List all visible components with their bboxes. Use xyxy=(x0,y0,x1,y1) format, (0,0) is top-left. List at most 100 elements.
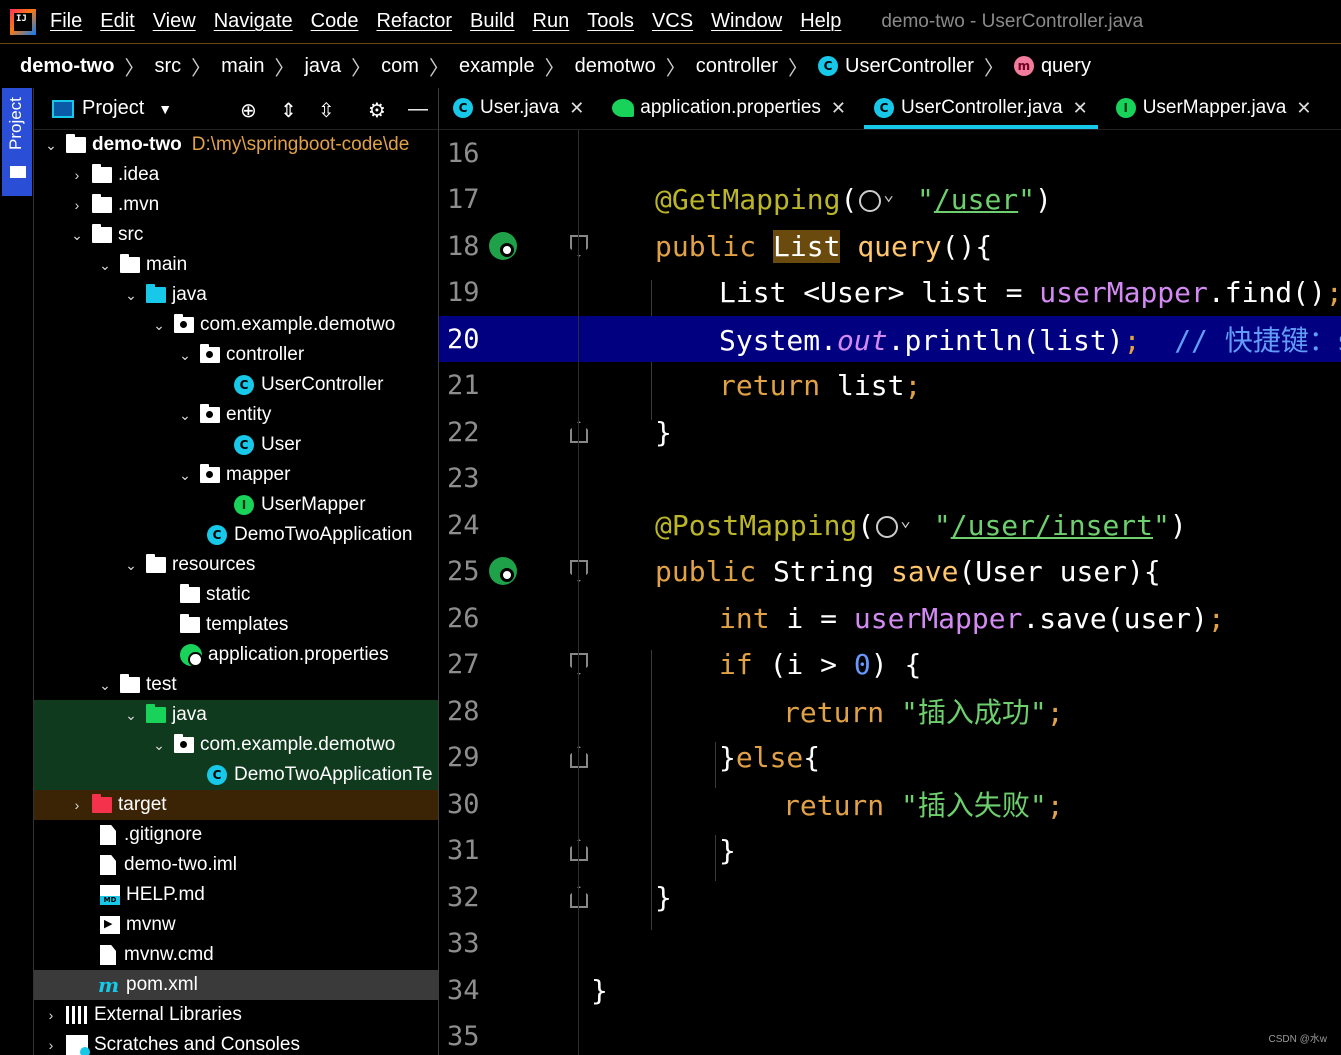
chevron-down-icon[interactable]: ⌄ xyxy=(176,407,194,424)
expand-all-icon[interactable]: ⇕ xyxy=(280,98,297,123)
tree-item-package[interactable]: ⌄ com.example.demotwo xyxy=(34,310,438,340)
tree-item-demotwoapplication[interactable]: C DemoTwoApplication xyxy=(34,520,438,550)
menu-window[interactable]: Window xyxy=(711,10,782,33)
tree-item-resources[interactable]: ⌄ resources xyxy=(34,550,438,580)
tree-item-application-properties[interactable]: application.properties xyxy=(34,640,438,670)
tree-label: java xyxy=(172,284,207,305)
chevron-down-icon[interactable]: ⌄ xyxy=(150,737,168,754)
tree-item-mapper[interactable]: ⌄ mapper xyxy=(34,460,438,490)
menu-code[interactable]: Code xyxy=(311,10,359,33)
globe-icon[interactable] xyxy=(876,510,911,538)
close-icon[interactable]: ✕ xyxy=(1073,98,1088,119)
crumb-controller[interactable]: controller xyxy=(696,55,778,78)
crumb-src[interactable]: src xyxy=(154,55,181,78)
tree-item-root[interactable]: ⌄ demo-two D:\my\springboot-code\de xyxy=(34,130,438,160)
gear-icon[interactable]: ⚙ xyxy=(368,98,386,123)
crumb-main[interactable]: main xyxy=(221,55,264,78)
tree-item-iml[interactable]: demo-two.iml xyxy=(34,850,438,880)
close-icon[interactable]: ✕ xyxy=(569,98,584,119)
crumb-demotwo[interactable]: demotwo xyxy=(575,55,656,78)
fold-icon[interactable] xyxy=(570,421,588,443)
intellij-logo-icon[interactable]: IJ xyxy=(10,8,36,35)
tree-item-main-java[interactable]: ⌄ java xyxy=(34,280,438,310)
tree-item-src[interactable]: ⌄ src xyxy=(34,220,438,250)
fold-icon[interactable] xyxy=(570,839,588,861)
tree-item-test-package[interactable]: ⌄ com.example.demotwo xyxy=(34,730,438,760)
tree-item-help-md[interactable]: HELP.md xyxy=(34,880,438,910)
tree-item-demotwoapplicationtests[interactable]: C DemoTwoApplicationTe xyxy=(34,760,438,790)
tree-item-gitignore[interactable]: .gitignore xyxy=(34,820,438,850)
crumb-usercontroller[interactable]: UserController xyxy=(845,55,974,78)
crumb-project[interactable]: demo-two xyxy=(20,55,114,78)
tree-item-templates[interactable]: templates xyxy=(34,610,438,640)
fold-icon[interactable] xyxy=(570,886,588,908)
project-tool-tab[interactable]: Project xyxy=(2,88,32,196)
tree-item-mvnw-cmd[interactable]: mvnw.cmd xyxy=(34,940,438,970)
chevron-down-icon[interactable]: ⌄ xyxy=(122,287,140,304)
chevron-down-icon[interactable]: ⌄ xyxy=(176,347,194,364)
menu-help[interactable]: Help xyxy=(800,10,841,33)
crumb-com[interactable]: com xyxy=(381,55,419,78)
tree-item-usermapper[interactable]: I UserMapper xyxy=(34,490,438,520)
crumb-java[interactable]: java xyxy=(304,55,341,78)
tree-item-target[interactable]: › target xyxy=(34,790,438,820)
menu-file[interactable]: File xyxy=(50,10,82,33)
collapse-all-icon[interactable]: ⇳ xyxy=(318,98,335,123)
tree-item-entity[interactable]: ⌄ entity xyxy=(34,400,438,430)
chevron-right-icon[interactable]: › xyxy=(42,1007,60,1023)
crumb-query[interactable]: query xyxy=(1041,55,1091,78)
chevron-right-icon[interactable]: › xyxy=(68,167,86,183)
chevron-down-icon[interactable]: ⌄ xyxy=(42,137,60,154)
close-icon[interactable]: ✕ xyxy=(831,98,846,119)
menu-build[interactable]: Build xyxy=(470,10,514,33)
tree-item-test[interactable]: ⌄ test xyxy=(34,670,438,700)
chevron-right-icon[interactable]: › xyxy=(42,1037,60,1053)
chevron-down-icon[interactable]: ⌄ xyxy=(176,467,194,484)
chevron-down-icon[interactable]: ⌄ xyxy=(150,317,168,334)
fold-icon[interactable] xyxy=(570,235,588,257)
close-icon[interactable]: ✕ xyxy=(1296,98,1311,119)
caret-down-icon[interactable]: ▼ xyxy=(158,101,172,117)
tree-item-usercontroller[interactable]: C UserController xyxy=(34,370,438,400)
fold-icon[interactable] xyxy=(570,653,588,675)
tree-item-external-libraries[interactable]: › External Libraries xyxy=(34,1000,438,1030)
chevron-down-icon[interactable]: ⌄ xyxy=(122,557,140,574)
menu-vcs[interactable]: VCS xyxy=(652,10,693,33)
spring-web-endpoint-icon[interactable] xyxy=(489,557,517,585)
locate-icon[interactable]: ⊕ xyxy=(240,98,257,123)
tree-item-test-java[interactable]: ⌄ java xyxy=(34,700,438,730)
menu-edit[interactable]: Edit xyxy=(100,10,134,33)
fold-icon[interactable] xyxy=(570,560,588,582)
chevron-down-icon[interactable]: ⌄ xyxy=(68,227,86,244)
minimize-icon[interactable]: — xyxy=(408,98,428,121)
chevron-down-icon[interactable]: ⌄ xyxy=(96,677,114,694)
globe-icon[interactable] xyxy=(859,184,894,212)
chevron-right-icon[interactable]: › xyxy=(68,797,86,813)
spring-web-endpoint-icon[interactable] xyxy=(489,232,517,260)
tree-item-mvnw[interactable]: mvnw xyxy=(34,910,438,940)
project-panel-title[interactable]: Project xyxy=(82,97,144,120)
menu-view[interactable]: View xyxy=(153,10,196,33)
tab-user-java[interactable]: C User.java ✕ xyxy=(439,88,598,129)
tree-item-pom-xml[interactable]: m pom.xml xyxy=(34,970,438,1000)
code-area[interactable]: 16 17 @GetMapping( "/user") 18 public Li… xyxy=(439,130,1341,1055)
tree-item-static[interactable]: static xyxy=(34,580,438,610)
fold-icon[interactable] xyxy=(570,746,588,768)
crumb-example[interactable]: example xyxy=(459,55,535,78)
tab-usermapper-java[interactable]: I UserMapper.java ✕ xyxy=(1102,88,1326,129)
menu-navigate[interactable]: Navigate xyxy=(214,10,293,33)
tab-usercontroller-java[interactable]: C UserController.java ✕ xyxy=(860,88,1102,129)
tree-item-scratches[interactable]: › Scratches and Consoles xyxy=(34,1030,438,1055)
chevron-down-icon[interactable]: ⌄ xyxy=(96,257,114,274)
tree-item-main[interactable]: ⌄ main xyxy=(34,250,438,280)
tree-item-user[interactable]: C User xyxy=(34,430,438,460)
tree-item-controller[interactable]: ⌄ controller xyxy=(34,340,438,370)
tree-item-idea[interactable]: › .idea xyxy=(34,160,438,190)
tree-item-mvn[interactable]: › .mvn xyxy=(34,190,438,220)
chevron-right-icon[interactable]: › xyxy=(68,197,86,213)
chevron-down-icon[interactable]: ⌄ xyxy=(122,707,140,724)
menu-refactor[interactable]: Refactor xyxy=(376,10,452,33)
menu-tools[interactable]: Tools xyxy=(587,10,634,33)
tab-application-properties[interactable]: application.properties ✕ xyxy=(598,88,860,129)
menu-run[interactable]: Run xyxy=(533,10,570,33)
